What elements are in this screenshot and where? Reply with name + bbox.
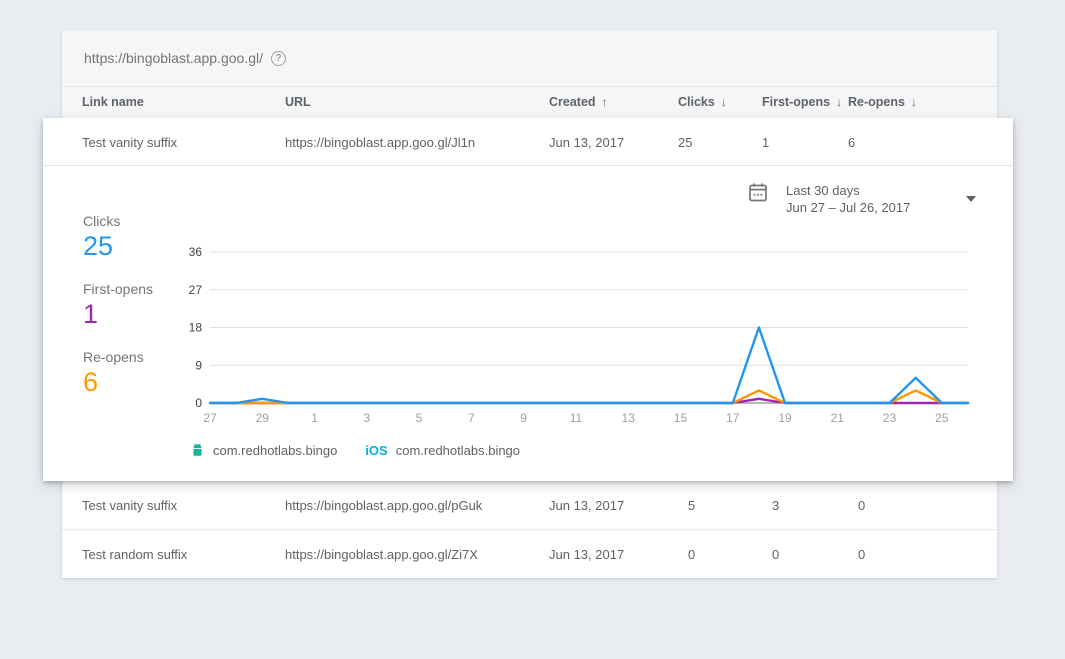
expanded-link-panel: Test vanity suffix https://bingoblast.ap… [43,118,1013,481]
domain-header: https://bingoblast.app.goo.gl/ ? [62,30,997,87]
svg-text:27: 27 [189,283,203,297]
metric-label-first-opens: First-opens [83,281,153,297]
svg-text:29: 29 [256,411,270,425]
column-header-link-name[interactable]: Link name [82,87,144,117]
calendar-icon [748,182,768,203]
svg-text:17: 17 [726,411,740,425]
column-label: Link name [82,95,144,109]
metric-value-re-opens: 6 [83,367,98,398]
column-label: Created [549,95,596,109]
re-opens-cell: 6 [848,118,855,166]
re-opens-cell: 0 [848,530,865,579]
column-label: Re-opens [848,95,905,109]
help-icon[interactable]: ? [271,51,286,66]
analytics-line-chart: 091827362729135791113151719212325 [188,230,988,430]
svg-text:19: 19 [778,411,792,425]
metric-value-clicks: 25 [83,231,113,262]
android-icon [190,442,205,458]
link-name-cell: Test vanity suffix [82,118,177,166]
column-label: URL [285,95,311,109]
sort-asc-icon: ↑ [602,95,608,109]
column-header-created[interactable]: Created ↑ [549,87,608,117]
clicks-cell: 0 [678,530,695,579]
sort-desc-icon: ↓ [721,95,727,109]
legend-item-android: com.redhotlabs.bingo [190,442,337,458]
created-cell: Jun 13, 2017 [549,481,624,530]
column-header-re-opens[interactable]: Re-opens ↓ [848,87,917,117]
link-name-cell: Test vanity suffix [82,481,177,530]
metric-label-clicks: Clicks [83,213,120,229]
clicks-cell: 25 [678,118,692,166]
url-cell: https://bingoblast.app.goo.gl/Zi7X [285,530,478,579]
date-range-label: Last 30 days [786,182,910,199]
created-cell: Jun 13, 2017 [549,530,624,579]
url-cell: https://bingoblast.app.goo.gl/Jl1n [285,118,475,166]
column-header-url[interactable]: URL [285,87,311,117]
table-header-row: Link name URL Created ↑ Clicks ↓ First-o… [62,87,997,117]
ios-icon: iOS [365,443,387,458]
created-cell: Jun 13, 2017 [549,118,624,166]
column-header-clicks[interactable]: Clicks ↓ [678,87,727,117]
table-row[interactable]: Test random suffix https://bingoblast.ap… [62,529,997,578]
column-header-first-opens[interactable]: First-opens ↓ [762,87,842,117]
svg-text:36: 36 [189,245,203,259]
chevron-down-icon[interactable] [966,196,976,202]
url-cell: https://bingoblast.app.goo.gl/pGuk [285,481,482,530]
svg-text:18: 18 [189,321,203,335]
link-name-cell: Test random suffix [82,530,187,579]
svg-text:27: 27 [203,411,217,425]
svg-text:13: 13 [622,411,636,425]
legend-item-ios: iOS com.redhotlabs.bingo [365,443,520,458]
svg-text:0: 0 [195,396,202,410]
first-opens-cell: 3 [762,481,779,530]
svg-text:25: 25 [935,411,949,425]
column-label: First-opens [762,95,830,109]
svg-text:9: 9 [520,411,527,425]
svg-text:23: 23 [883,411,897,425]
metric-value-first-opens: 1 [83,299,98,330]
sort-desc-icon: ↓ [911,95,917,109]
legend-label: com.redhotlabs.bingo [396,443,520,458]
date-range-picker[interactable]: Last 30 days Jun 27 – Jul 26, 2017 [748,182,910,216]
date-range-value: Jun 27 – Jul 26, 2017 [786,199,910,216]
svg-text:21: 21 [831,411,845,425]
svg-text:5: 5 [416,411,423,425]
domain-url: https://bingoblast.app.goo.gl/ [84,50,263,66]
first-opens-cell: 0 [762,530,779,579]
legend-label: com.redhotlabs.bingo [213,443,337,458]
chart-legend: com.redhotlabs.bingo iOS com.redhotlabs.… [190,442,548,458]
svg-text:15: 15 [674,411,688,425]
clicks-cell: 5 [678,481,695,530]
svg-text:11: 11 [570,411,583,425]
svg-text:3: 3 [363,411,370,425]
svg-text:1: 1 [311,411,318,425]
first-opens-cell: 1 [762,118,769,166]
sort-desc-icon: ↓ [836,95,842,109]
expanded-table-row[interactable]: Test vanity suffix https://bingoblast.ap… [43,118,1013,166]
metric-label-re-opens: Re-opens [83,349,144,365]
svg-text:7: 7 [468,411,475,425]
column-label: Clicks [678,95,715,109]
re-opens-cell: 0 [848,481,865,530]
svg-text:9: 9 [195,358,202,372]
table-row[interactable]: Test vanity suffix https://bingoblast.ap… [62,480,997,529]
